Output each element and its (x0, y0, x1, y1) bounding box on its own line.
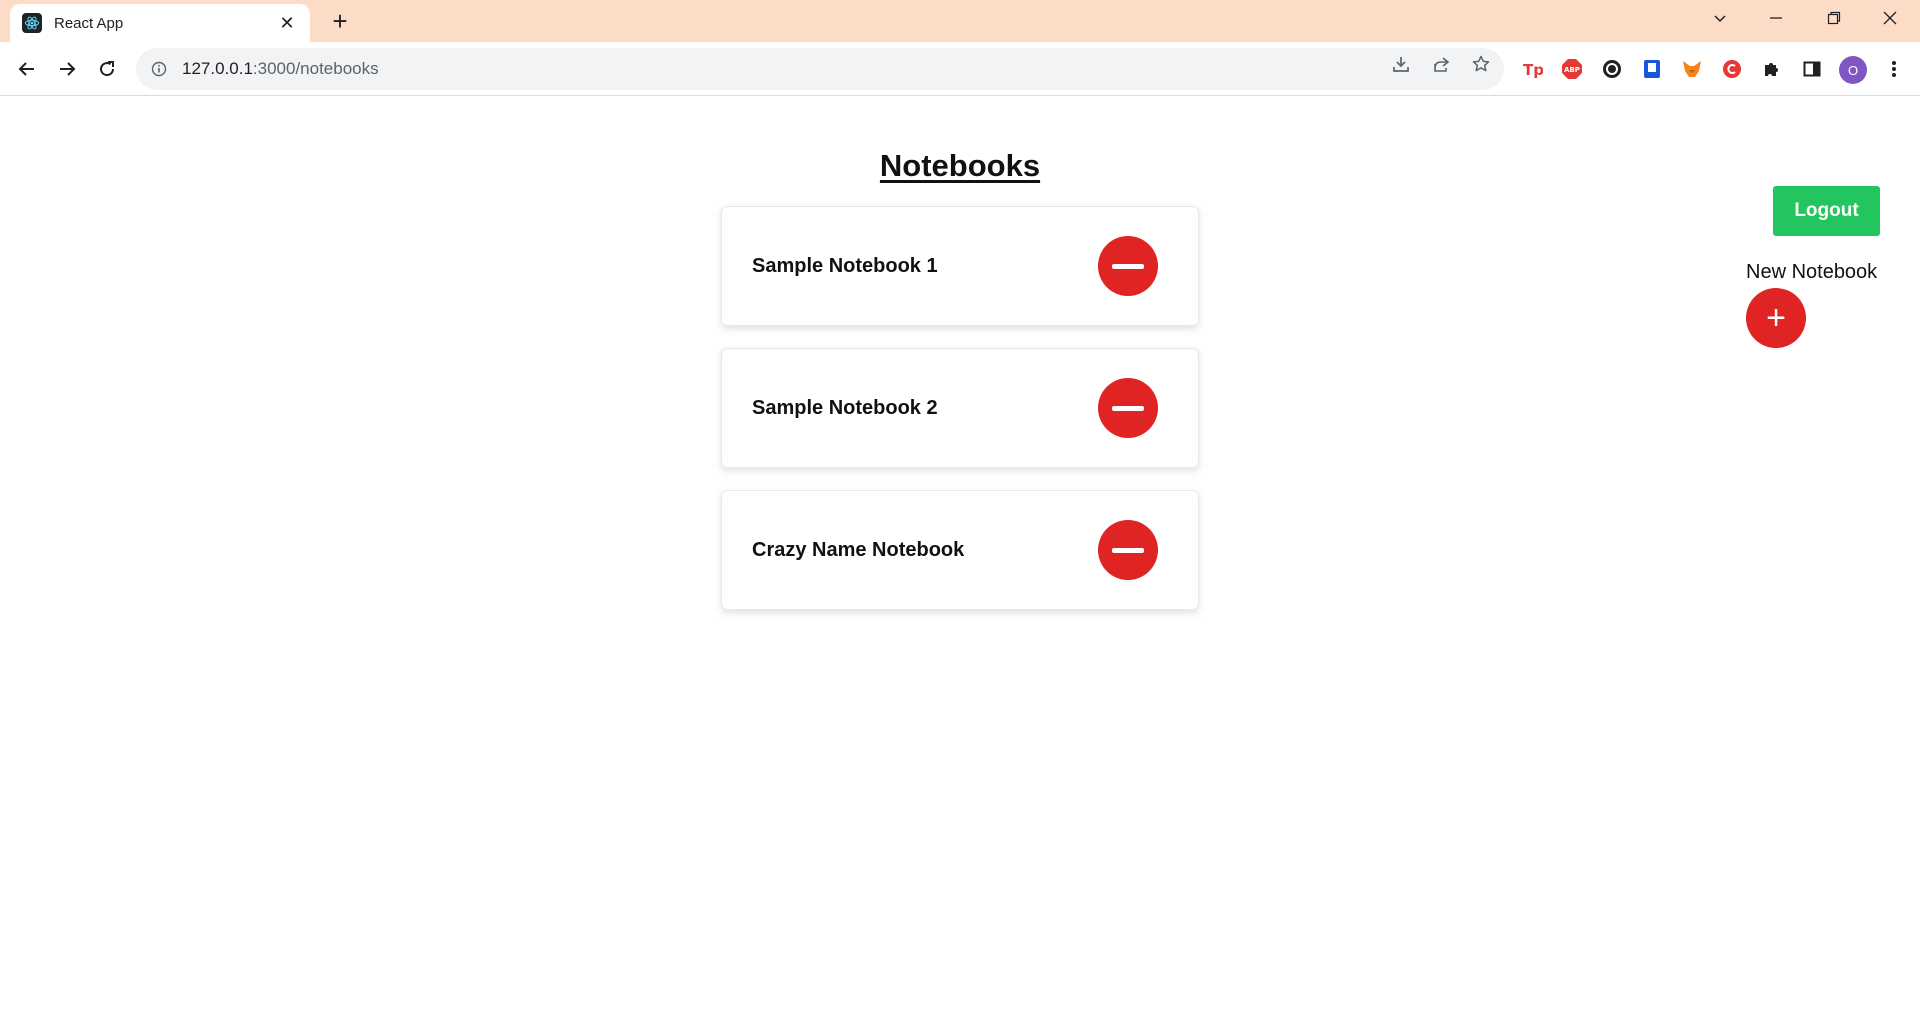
close-tab-icon[interactable]: ✕ (276, 13, 298, 34)
svg-text:ABP: ABP (1564, 66, 1580, 74)
site-info-icon[interactable] (150, 60, 168, 78)
minus-icon (1112, 405, 1144, 411)
notebook-list: Sample Notebook 1 Sample Notebook 2 Craz… (721, 206, 1199, 632)
plus-icon: + (1766, 299, 1786, 337)
minus-icon (1112, 263, 1144, 269)
share-icon[interactable] (1428, 51, 1454, 77)
notebook-card[interactable]: Sample Notebook 1 (721, 206, 1199, 326)
extension-dark-icon[interactable] (1599, 56, 1625, 82)
add-notebook-button[interactable]: + (1746, 288, 1806, 348)
url-text: 127.0.0.1:3000/notebooks (182, 59, 379, 78)
logout-button[interactable]: Logout (1773, 186, 1880, 236)
delete-notebook-button[interactable] (1098, 520, 1158, 580)
browser-tab-bar: React App ✕ + (0, 0, 1920, 42)
back-icon[interactable] (10, 52, 44, 86)
notebook-name[interactable]: Sample Notebook 2 (752, 397, 1098, 420)
bookmark-star-icon[interactable] (1468, 51, 1494, 77)
new-notebook-label: New Notebook (1746, 261, 1878, 283)
tab-search-icon[interactable] (1692, 0, 1748, 36)
close-window-icon[interactable] (1862, 0, 1918, 36)
new-tab-icon[interactable]: + (325, 6, 355, 36)
notebook-card[interactable]: Crazy Name Notebook (721, 490, 1199, 610)
adblock-icon[interactable]: ABP (1559, 56, 1585, 82)
notebook-card[interactable]: Sample Notebook 2 (721, 348, 1199, 468)
restore-icon[interactable] (1806, 0, 1862, 36)
install-icon[interactable] (1388, 51, 1414, 77)
side-panel-icon[interactable] (1799, 56, 1825, 82)
delete-notebook-button[interactable] (1098, 378, 1158, 438)
page-content: Notebooks Sample Notebook 1 Sample Noteb… (0, 96, 1920, 1012)
react-icon (22, 13, 42, 33)
extensions-puzzle-icon[interactable] (1759, 56, 1785, 82)
browser-toolbar: 127.0.0.1:3000/notebooks Tp ABP O (0, 42, 1920, 96)
svg-text:Tp: Tp (1523, 61, 1543, 79)
extension-tp-icon[interactable]: Tp (1519, 56, 1545, 82)
profile-avatar[interactable]: O (1839, 56, 1867, 84)
minimize-icon[interactable] (1748, 0, 1804, 36)
tab-title: React App (54, 14, 124, 32)
minus-icon (1112, 547, 1144, 553)
metamask-icon[interactable] (1679, 56, 1705, 82)
extension-red-icon[interactable] (1719, 56, 1745, 82)
address-bar[interactable]: 127.0.0.1:3000/notebooks (136, 48, 1504, 90)
page-title: Notebooks (879, 148, 1041, 183)
menu-kebab-icon[interactable] (1881, 56, 1907, 82)
notebook-name[interactable]: Sample Notebook 1 (752, 255, 1098, 278)
reload-icon[interactable] (90, 52, 124, 86)
forward-icon[interactable] (50, 52, 84, 86)
notebook-name[interactable]: Crazy Name Notebook (752, 539, 1098, 562)
browser-tab[interactable]: React App ✕ (10, 4, 310, 42)
extension-book-icon[interactable] (1639, 56, 1665, 82)
delete-notebook-button[interactable] (1098, 236, 1158, 296)
